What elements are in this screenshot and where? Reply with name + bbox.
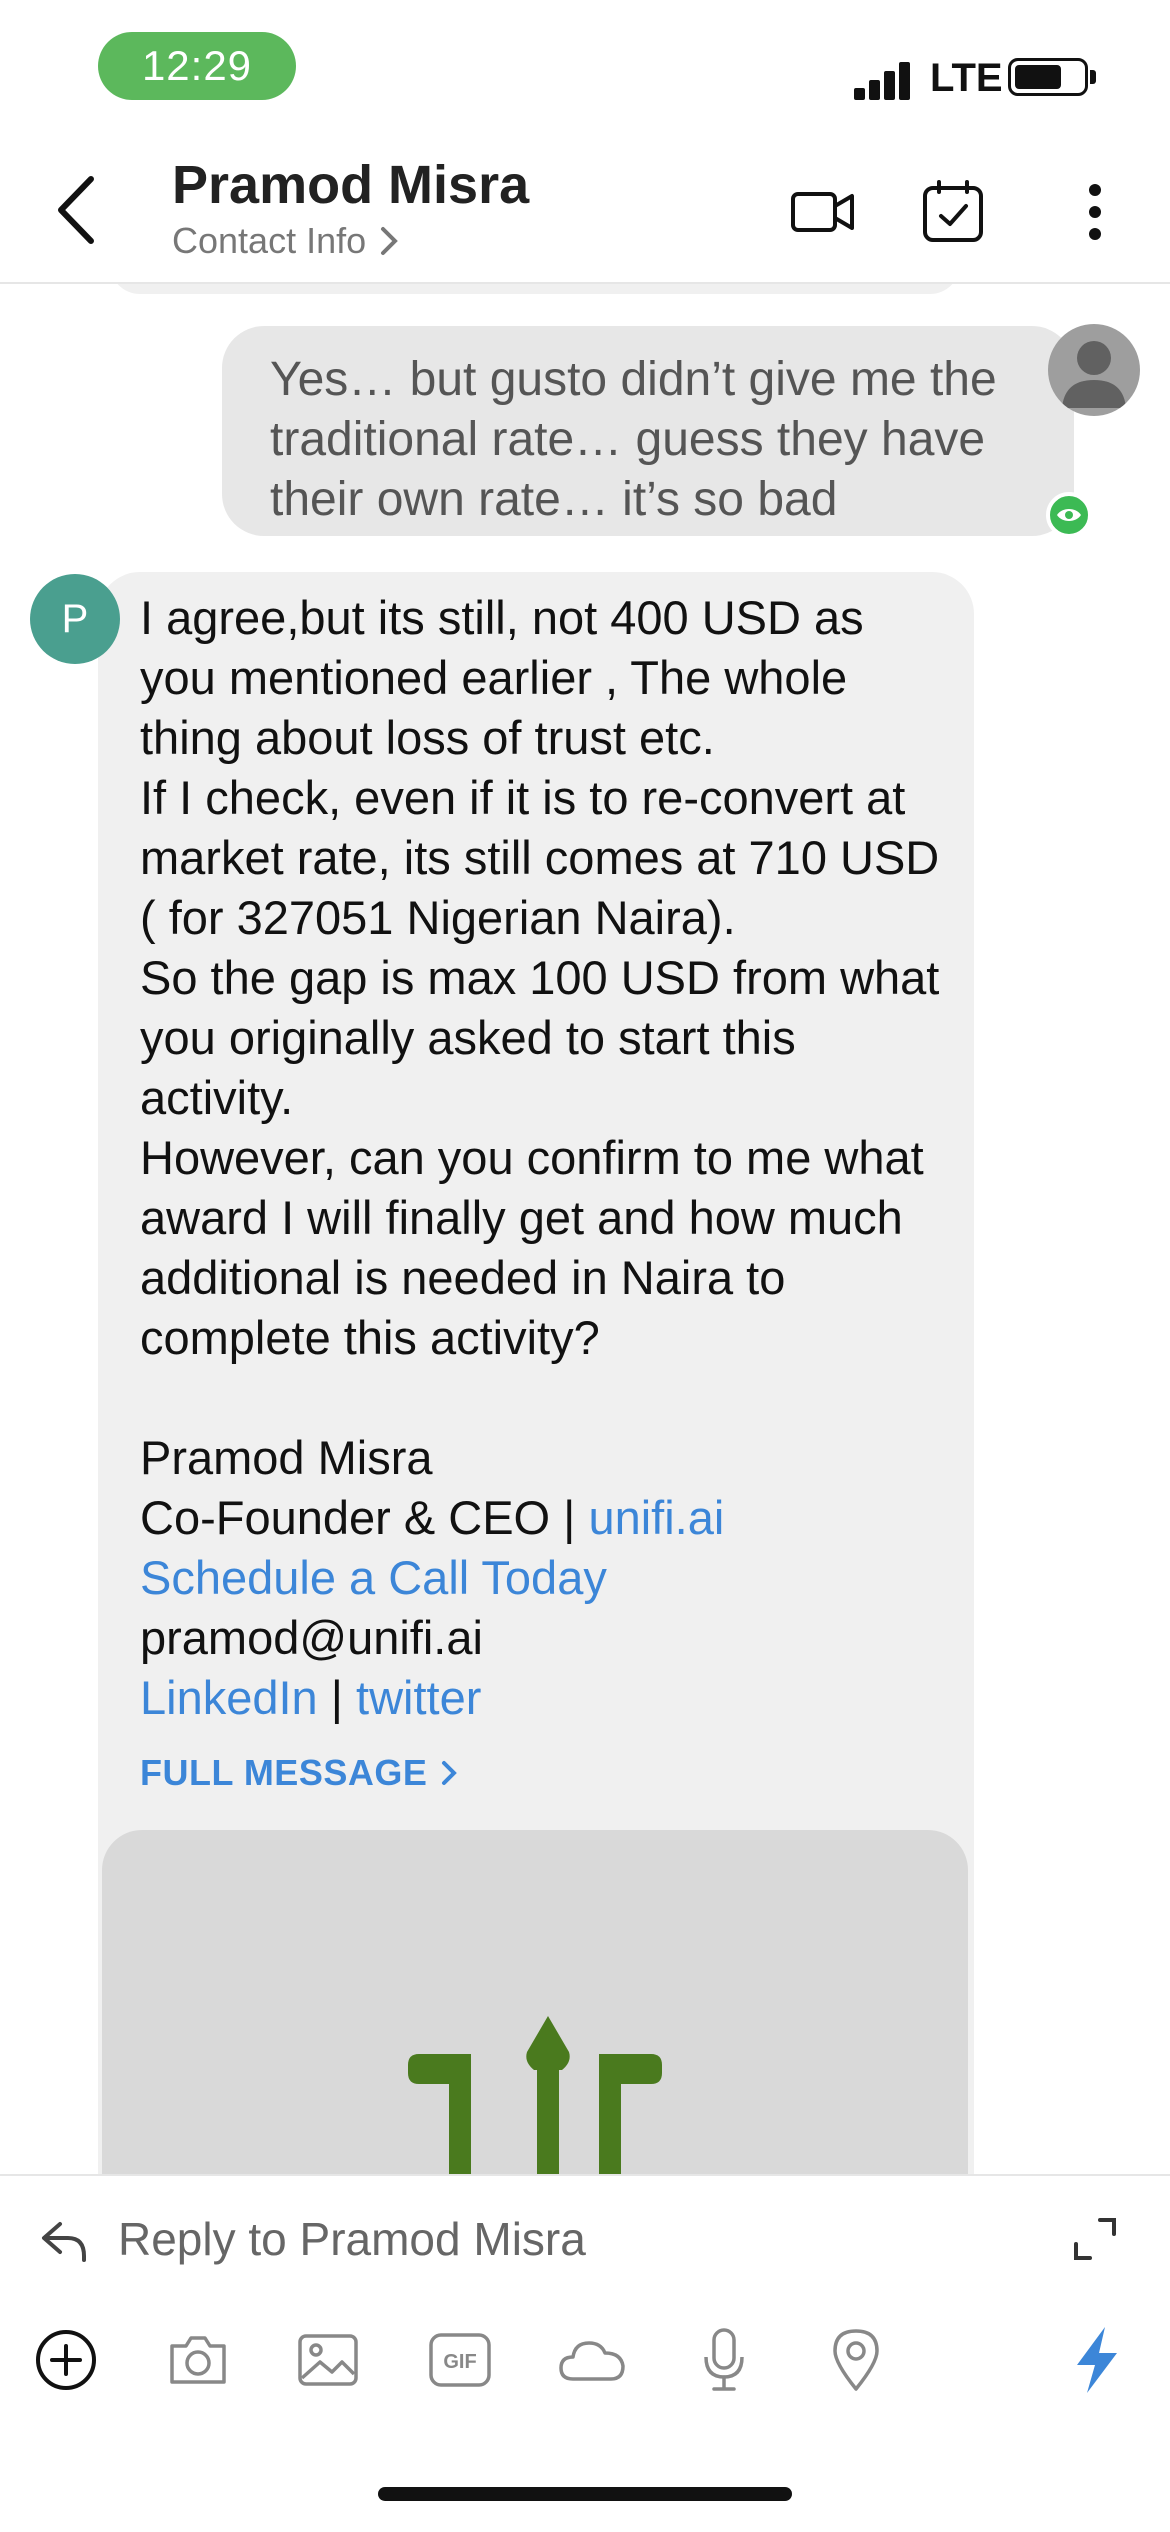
cloud-icon bbox=[559, 2341, 625, 2381]
status-time: 12:29 bbox=[98, 32, 296, 100]
contact-info-link[interactable]: Contact Info bbox=[172, 220, 398, 262]
company-link[interactable]: unifi.ai bbox=[588, 1491, 724, 1544]
reply-icon bbox=[42, 2222, 86, 2262]
expand-icon[interactable] bbox=[1070, 2214, 1120, 2264]
person-icon bbox=[1062, 341, 1126, 408]
signal-icon bbox=[854, 60, 914, 100]
full-message-link[interactable]: FULL MESSAGE bbox=[140, 1752, 458, 1794]
gif-button[interactable]: GIF bbox=[422, 2322, 498, 2398]
incoming-message-body: I agree,but its still, not 400 USD as yo… bbox=[140, 591, 940, 1364]
battery-icon bbox=[1008, 58, 1088, 96]
signature-title-line: Co-Founder & CEO | unifi.ai bbox=[140, 1488, 940, 1548]
chevron-right-icon bbox=[442, 1761, 458, 1785]
calendar-check-icon bbox=[923, 180, 983, 242]
sender-avatar[interactable]: P bbox=[30, 574, 120, 664]
add-button[interactable] bbox=[28, 2322, 104, 2398]
cloud-button[interactable] bbox=[554, 2322, 630, 2398]
more-vertical-icon bbox=[1089, 184, 1101, 240]
home-indicator[interactable] bbox=[378, 2487, 792, 2501]
voice-button[interactable] bbox=[686, 2322, 762, 2398]
twitter-link[interactable]: twitter bbox=[356, 1671, 481, 1724]
contact-name[interactable]: Pramod Misra bbox=[172, 154, 529, 216]
location-icon bbox=[833, 2329, 879, 2391]
video-call-button[interactable] bbox=[786, 176, 860, 248]
camera-icon bbox=[170, 2336, 226, 2384]
chevron-right-icon bbox=[381, 227, 398, 255]
reply-input[interactable] bbox=[118, 2204, 1018, 2274]
add-icon bbox=[36, 2330, 96, 2390]
incoming-message-content: I agree,but its still, not 400 USD as yo… bbox=[140, 588, 940, 1728]
social-links: LinkedIn | twitter bbox=[140, 1668, 940, 1728]
camera-button[interactable] bbox=[160, 2322, 236, 2398]
email-signature: Pramod Misra Co-Founder & CEO | unifi.ai… bbox=[140, 1428, 940, 1728]
image-icon bbox=[298, 2334, 358, 2386]
compose-toolbar: GIF bbox=[0, 2300, 1170, 2420]
link-separator: | bbox=[330, 1671, 343, 1724]
seen-badge bbox=[1046, 492, 1092, 538]
lightning-icon bbox=[1077, 2327, 1117, 2393]
microphone-icon bbox=[704, 2328, 744, 2391]
calendar-button[interactable] bbox=[916, 176, 990, 248]
reply-bar bbox=[0, 2174, 1170, 2300]
signature-title: Co-Founder & CEO | bbox=[140, 1491, 576, 1544]
linkedin-link[interactable]: LinkedIn bbox=[140, 1671, 318, 1724]
outgoing-message-text: Yes… but gusto didn’t give me the tradit… bbox=[270, 353, 997, 526]
image-attachment[interactable] bbox=[102, 1830, 968, 2174]
battery-tip bbox=[1090, 70, 1096, 84]
previous-message-edge bbox=[110, 284, 960, 294]
video-camera-icon bbox=[791, 192, 854, 232]
full-message-label: FULL MESSAGE bbox=[140, 1752, 428, 1793]
eye-icon bbox=[1057, 509, 1081, 521]
conversation-header: Pramod Misra Contact Info bbox=[0, 140, 1170, 284]
photo-button[interactable] bbox=[290, 2322, 366, 2398]
signature-email: pramod@unifi.ai bbox=[140, 1611, 483, 1664]
gif-label: GIF bbox=[443, 2351, 476, 2373]
gif-icon: GIF bbox=[429, 2333, 491, 2387]
more-options-button[interactable] bbox=[1058, 176, 1132, 248]
company-logo bbox=[408, 2016, 662, 2174]
outgoing-message[interactable]: Yes… but gusto didn’t give me the tradit… bbox=[222, 326, 1074, 536]
quick-actions-button[interactable] bbox=[1058, 2322, 1134, 2398]
incoming-message[interactable]: I agree,but its still, not 400 USD as yo… bbox=[98, 572, 974, 2174]
back-button[interactable] bbox=[40, 170, 110, 250]
network-label: LTE bbox=[930, 56, 1003, 100]
contact-info-label: Contact Info bbox=[172, 220, 367, 261]
schedule-call-link[interactable]: Schedule a Call Today bbox=[140, 1548, 940, 1608]
user-avatar bbox=[1048, 324, 1140, 416]
message-thread[interactable]: Yes… but gusto didn’t give me the tradit… bbox=[0, 284, 1170, 2174]
chevron-left-icon bbox=[58, 176, 94, 244]
signature-name: Pramod Misra bbox=[140, 1431, 433, 1484]
status-bar: 12:29 LTE bbox=[0, 0, 1170, 140]
location-button[interactable] bbox=[818, 2322, 894, 2398]
